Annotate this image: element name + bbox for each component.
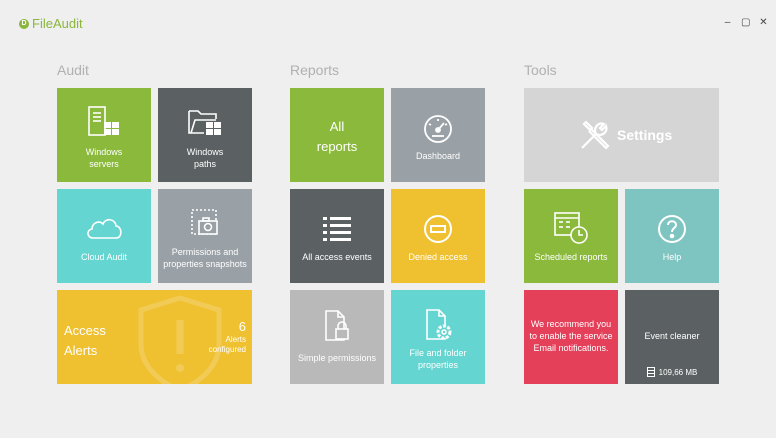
denied-access-tile[interactable]: Denied access [391, 189, 485, 283]
camera-snapshot-icon [158, 207, 252, 239]
alerts-count: 6 [238, 319, 246, 334]
file-folder-properties-tile[interactable]: File and folder properties [391, 290, 485, 384]
app-title: FileAudit [32, 16, 83, 31]
app-logo: D FileAudit [19, 16, 83, 31]
permissions-snapshots-label: Permissions and properties snapshots [163, 247, 247, 269]
cloud-audit-tile[interactable]: Cloud Audit [57, 189, 151, 283]
event-cleaner-size: 109,66 MB [658, 367, 698, 377]
question-mark-icon [625, 213, 719, 245]
permissions-snapshots-tile[interactable]: Permissions and properties snapshots [158, 189, 252, 283]
email-notification-recommendation-tile[interactable]: We recommend you to enable the service E… [524, 290, 618, 384]
minimize-button[interactable]: – [723, 18, 732, 28]
all-access-events-label: All access events [302, 252, 372, 262]
scheduled-reports-tile[interactable]: Scheduled reports [524, 189, 618, 283]
simple-permissions-label: Simple permissions [297, 353, 377, 363]
close-button[interactable]: ✕ [759, 18, 768, 28]
windows-servers-tile[interactable]: Windows servers [57, 88, 151, 182]
event-cleaner-tile[interactable]: Event cleaner 109,66 MB [625, 290, 719, 384]
all-reports-tile[interactable]: All reports [290, 88, 384, 182]
file-folder-properties-label: File and folder properties [409, 348, 467, 370]
help-tile[interactable]: Help [625, 189, 719, 283]
dashboard-label: Dashboard [415, 151, 461, 161]
windows-paths-tile[interactable]: Windows paths [158, 88, 252, 182]
denied-access-label: Denied access [408, 252, 468, 262]
cloud-icon [57, 214, 151, 242]
database-icon [646, 367, 655, 377]
access-alerts-title: Access Alerts [64, 323, 106, 358]
list-icon [290, 214, 384, 242]
restore-button[interactable]: ▢ [741, 18, 750, 28]
event-cleaner-size-row: 109,66 MB [625, 367, 719, 377]
event-cleaner-label: Event cleaner [644, 331, 700, 341]
all-reports-label: All reports [316, 119, 358, 154]
document-gear-icon [391, 307, 485, 343]
settings-label: Settings [617, 127, 673, 143]
all-access-events-tile[interactable]: All access events [290, 189, 384, 283]
help-label: Help [662, 252, 682, 262]
section-title-tools: Tools [524, 62, 557, 78]
no-entry-icon [391, 213, 485, 245]
alerts-count-caption: Alerts configured [208, 335, 246, 354]
fileaudit-logo-icon: D [19, 18, 29, 29]
calendar-clock-icon [524, 209, 618, 245]
section-title-reports: Reports [290, 62, 340, 78]
wrench-screwdriver-icon [578, 118, 612, 157]
dashboard-tile[interactable]: Dashboard [391, 88, 485, 182]
windows-folder-icon [158, 105, 252, 139]
cloud-audit-label: Cloud Audit [80, 252, 128, 262]
recommendation-text: We recommend you to enable the service E… [529, 319, 613, 353]
document-lock-icon [290, 308, 384, 344]
speedometer-icon [391, 113, 485, 145]
scheduled-reports-label: Scheduled reports [534, 252, 608, 262]
window-controls: – ▢ ✕ [723, 18, 768, 28]
section-title-audit: Audit [57, 62, 89, 78]
windows-server-icon [57, 105, 151, 139]
windows-servers-label: Windows servers [85, 147, 123, 169]
alerts-count-block: 6 Alerts configured [209, 319, 246, 355]
access-alerts-tile[interactable]: Access Alerts 6 Alerts configured [57, 290, 252, 384]
simple-permissions-tile[interactable]: Simple permissions [290, 290, 384, 384]
settings-tile[interactable]: Settings [524, 88, 719, 182]
windows-paths-label: Windows paths [186, 147, 224, 169]
